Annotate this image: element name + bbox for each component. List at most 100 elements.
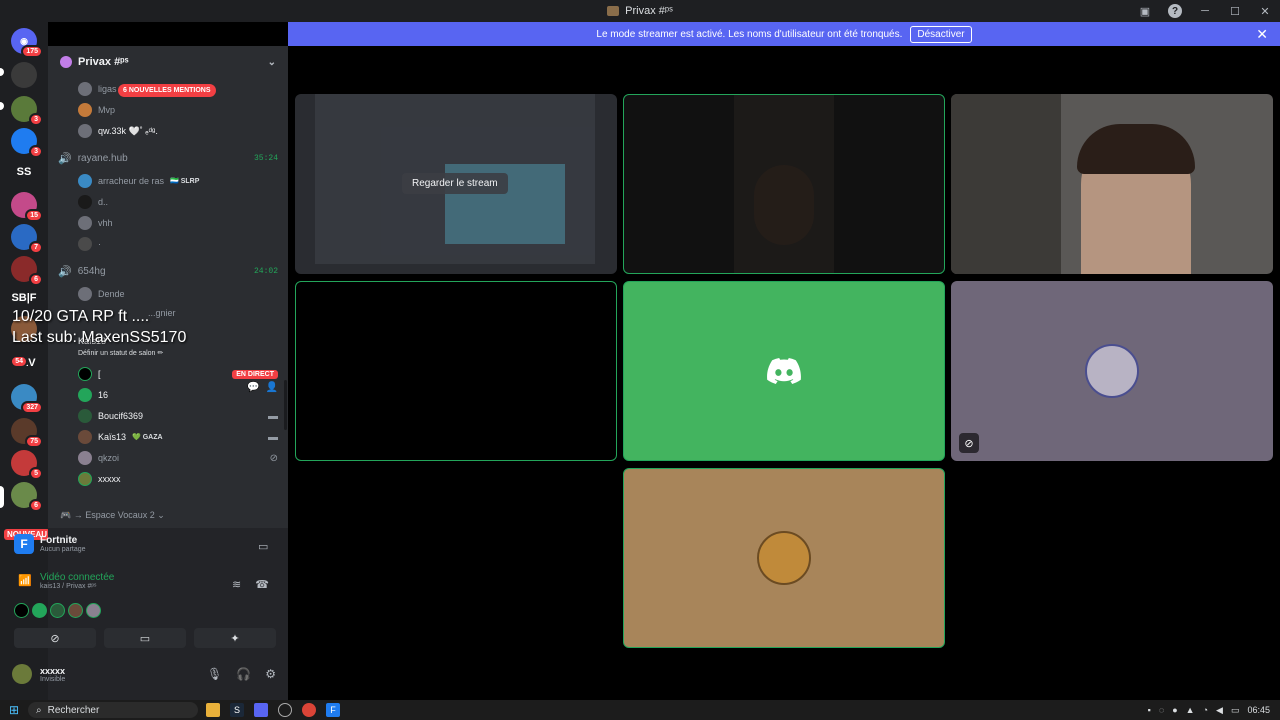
video-tile[interactable] bbox=[951, 94, 1273, 274]
search-label: Rechercher bbox=[47, 704, 100, 716]
user-name: [ bbox=[98, 369, 101, 379]
avatar bbox=[78, 472, 92, 486]
disable-streamer-button[interactable]: Désactiver bbox=[910, 25, 972, 43]
voice-user[interactable]: Boucif6369 ▬ bbox=[78, 409, 278, 423]
server-icon[interactable]: 6 bbox=[11, 256, 43, 286]
wifi-icon[interactable]: ◔ bbox=[1203, 705, 1208, 715]
tray-icon[interactable]: ▲ bbox=[1186, 705, 1195, 715]
server-icon[interactable]: 327 bbox=[11, 384, 43, 414]
voice-channel[interactable]: 🔊 rayane.hub 35:24 bbox=[58, 152, 278, 165]
voice-user[interactable]: qw.33k 🤍˚ ₑᵈᵍ. bbox=[78, 124, 278, 138]
voice-user[interactable]: xxxxx bbox=[78, 472, 278, 486]
activity-card[interactable]: F Fortnite Aucun partage bbox=[14, 534, 86, 554]
muted-mic-icon: ⊘ bbox=[959, 433, 979, 453]
server-badge: 54 bbox=[10, 355, 28, 368]
voice-user[interactable]: Kaïs13 💚 GAZA ▬ bbox=[78, 430, 278, 444]
server-icon[interactable]: 6 bbox=[11, 482, 43, 512]
voice-controls: ≋ ☎ bbox=[232, 578, 269, 591]
steam-icon[interactable]: S bbox=[230, 703, 244, 717]
server-icon[interactable]: 3 bbox=[11, 128, 43, 158]
inbox-icon[interactable]: ▣ bbox=[1130, 5, 1160, 18]
microphone-icon[interactable]: 🎙 bbox=[207, 667, 222, 681]
set-channel-status[interactable]: Définir un statut de salon ✏ bbox=[78, 349, 163, 357]
headphones-icon[interactable]: 🎧 bbox=[236, 667, 251, 681]
file-explorer-icon[interactable] bbox=[206, 703, 220, 717]
server-icon[interactable]: 75 bbox=[11, 418, 43, 448]
share-screen-button[interactable]: ▭ bbox=[104, 628, 186, 648]
chevron-down-icon[interactable]: ⌄ bbox=[268, 57, 276, 68]
close-window-button[interactable]: ✕ bbox=[1250, 5, 1280, 18]
stream-overlay-line2: Last sub: MaxenSS5170 bbox=[12, 329, 187, 346]
windows-start-icon[interactable]: ⊞ bbox=[0, 703, 28, 717]
user-name: ...gnier bbox=[148, 308, 176, 318]
streamer-mode-banner: Le mode streamer est activé. Les noms d'… bbox=[288, 22, 1280, 46]
tray-icon[interactable]: ▪ bbox=[1148, 705, 1151, 715]
voice-user[interactable]: Mvp bbox=[78, 103, 278, 117]
voice-user[interactable]: Dende bbox=[78, 287, 278, 301]
server-ss[interactable]: SS bbox=[6, 166, 42, 178]
server-sbf[interactable]: SB|F bbox=[6, 292, 42, 304]
voice-channel[interactable]: 🔊 654hg 24:02 bbox=[58, 265, 278, 278]
server-icon[interactable]: 7 bbox=[11, 224, 43, 254]
voice-user[interactable]: qkzoi ⊘ bbox=[78, 451, 278, 465]
avatar bbox=[78, 195, 92, 209]
server-icon[interactable]: 3 bbox=[11, 96, 43, 126]
participant-tile[interactable]: ⊘ bbox=[951, 281, 1273, 461]
avatar bbox=[32, 603, 47, 618]
fortnite-icon[interactable]: F bbox=[326, 703, 340, 717]
window-title-text: Privax #ᵖˢ bbox=[625, 5, 673, 17]
server-icon bbox=[607, 6, 620, 16]
video-tile[interactable] bbox=[295, 281, 617, 461]
app-icon[interactable] bbox=[278, 703, 292, 717]
user-name: Boucif6369 bbox=[98, 411, 144, 421]
taskbar-search[interactable]: ⌕ Rechercher bbox=[28, 702, 198, 718]
camera-off-button[interactable]: ⊘ bbox=[14, 628, 96, 648]
disconnect-icon[interactable]: ☎ bbox=[255, 578, 269, 591]
voice-user[interactable]: arracheur de ras 🇸🇱 SLRP bbox=[78, 174, 278, 188]
server-header[interactable]: Privax #ᵖˢ ⌄ bbox=[48, 46, 288, 78]
settings-gear-icon[interactable]: ⚙ bbox=[265, 667, 276, 681]
tray-icon[interactable]: ◌ bbox=[1159, 705, 1164, 715]
voice-user[interactable]: 16 bbox=[78, 388, 278, 402]
server-icon[interactable] bbox=[11, 62, 37, 88]
watch-stream-button[interactable]: Regarder le stream bbox=[402, 173, 508, 194]
voice-category[interactable]: 🎮 → Espace Vocaux 2 ⌄ bbox=[60, 510, 165, 521]
live-badge: EN DIRECT bbox=[232, 369, 278, 379]
server-icon[interactable]: 5 bbox=[11, 450, 43, 480]
battery-icon[interactable]: ▭ bbox=[1231, 705, 1240, 716]
screen-share-icon[interactable]: ▭ bbox=[258, 540, 268, 553]
close-icon[interactable]: ✕ bbox=[1256, 26, 1268, 43]
activities-button[interactable]: ✦ bbox=[194, 628, 276, 648]
avatar bbox=[78, 388, 92, 402]
video-person bbox=[754, 165, 814, 245]
user-name: 16 bbox=[98, 390, 109, 400]
tray-icon[interactable]: ● bbox=[1172, 705, 1177, 715]
voice-connection[interactable]: 📶 Vidéo connectée kais13 / Privax #ᵖˢ bbox=[18, 572, 114, 590]
noise-suppression-icon[interactable]: ≋ bbox=[232, 578, 241, 591]
avatar[interactable] bbox=[12, 664, 32, 684]
video-tile[interactable] bbox=[623, 94, 945, 274]
voice-user[interactable]: vhh bbox=[78, 216, 278, 230]
participant-tile[interactable] bbox=[623, 281, 945, 461]
discord-app-icon[interactable] bbox=[254, 703, 268, 717]
new-mentions-badge[interactable]: 6 NOUVELLES MENTIONS bbox=[118, 84, 216, 97]
voice-user[interactable]: ...gnier bbox=[148, 308, 228, 318]
avatar bbox=[1085, 344, 1139, 398]
server-icon[interactable]: 15 bbox=[11, 192, 43, 222]
help-icon[interactable]: ? bbox=[1160, 4, 1190, 18]
scrollbar[interactable] bbox=[284, 380, 287, 430]
avatar bbox=[78, 451, 92, 465]
voice-user[interactable]: [ EN DIRECT bbox=[78, 367, 278, 381]
voice-user[interactable]: d.. bbox=[78, 195, 278, 209]
participant-tile[interactable] bbox=[623, 468, 945, 648]
clock[interactable]: 06:45 bbox=[1247, 705, 1270, 715]
avatar bbox=[68, 603, 83, 618]
minimize-button[interactable]: ─ bbox=[1190, 5, 1220, 17]
maximize-button[interactable]: ☐ bbox=[1220, 5, 1250, 18]
server-pill bbox=[0, 68, 4, 76]
voice-user[interactable]: · bbox=[78, 237, 278, 251]
volume-icon[interactable]: ◀ bbox=[1216, 705, 1223, 716]
discord-home-icon[interactable]: ◉ 175 bbox=[11, 28, 43, 58]
stream-tile[interactable]: Regarder le stream bbox=[295, 94, 617, 274]
chrome-icon[interactable] bbox=[302, 703, 316, 717]
